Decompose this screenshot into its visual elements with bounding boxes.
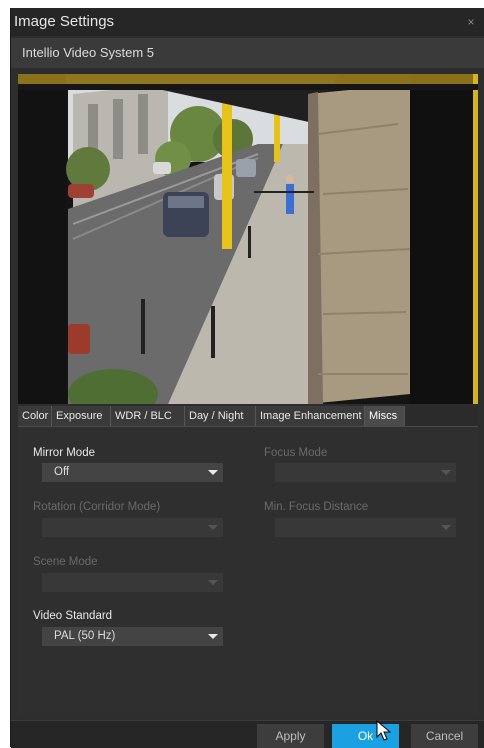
- window-title: Image Settings: [14, 13, 115, 30]
- min-focus-distance-label: Min. Focus Distance: [264, 501, 369, 513]
- tab-miscs[interactable]: Miscs: [365, 406, 405, 426]
- focus-mode-label: Focus Mode: [264, 447, 328, 459]
- chevron-down-icon: [441, 525, 451, 530]
- apply-button[interactable]: Apply: [257, 724, 324, 748]
- title-bar: Image Settings ×: [11, 8, 484, 36]
- tab-day-night[interactable]: Day / Night: [185, 406, 256, 426]
- tab-exposure[interactable]: Exposure: [52, 406, 111, 426]
- rotation-dropdown[interactable]: [42, 518, 223, 537]
- tab-color[interactable]: Color: [18, 406, 52, 426]
- image-settings-dialog: Image Settings × Intellio Video System 5: [10, 8, 484, 748]
- chevron-down-icon: [441, 470, 451, 475]
- chevron-down-icon: [208, 525, 218, 530]
- camera-live-view: [18, 74, 478, 404]
- tab-image-enhancement[interactable]: Image Enhancement: [256, 406, 365, 426]
- dialog-footer: Apply Ok Cancel: [11, 720, 484, 748]
- mirror-mode-dropdown[interactable]: Off: [42, 463, 223, 482]
- cancel-button[interactable]: Cancel: [411, 724, 478, 748]
- close-icon[interactable]: ×: [464, 8, 478, 36]
- camera-name: Intellio Video System 5: [11, 38, 484, 68]
- mirror-mode-label: Mirror Mode: [33, 447, 95, 459]
- tab-wdr-blc[interactable]: WDR / BLC: [111, 406, 185, 426]
- settings-tabs: Color Exposure WDR / BLC Day / Night Ima…: [18, 406, 478, 427]
- focus-mode-dropdown[interactable]: [275, 463, 456, 482]
- mirror-mode-value: Off: [54, 466, 70, 478]
- video-standard-value: PAL (50 Hz): [54, 630, 116, 642]
- rotation-label: Rotation (Corridor Mode): [33, 501, 161, 513]
- video-standard-dropdown[interactable]: PAL (50 Hz): [42, 627, 223, 646]
- miscs-settings-panel: Mirror Mode Off Focus Mode Rotation (Cor…: [18, 427, 478, 713]
- min-focus-distance-dropdown[interactable]: [275, 518, 456, 537]
- chevron-down-icon: [208, 470, 218, 475]
- video-standard-label: Video Standard: [33, 610, 113, 622]
- scene-mode-label: Scene Mode: [33, 556, 98, 568]
- scene-mode-dropdown[interactable]: [42, 573, 223, 592]
- chevron-down-icon: [208, 634, 218, 639]
- chevron-down-icon: [208, 580, 218, 585]
- mouse-cursor-icon: [376, 720, 392, 741]
- camera-image: [18, 74, 478, 404]
